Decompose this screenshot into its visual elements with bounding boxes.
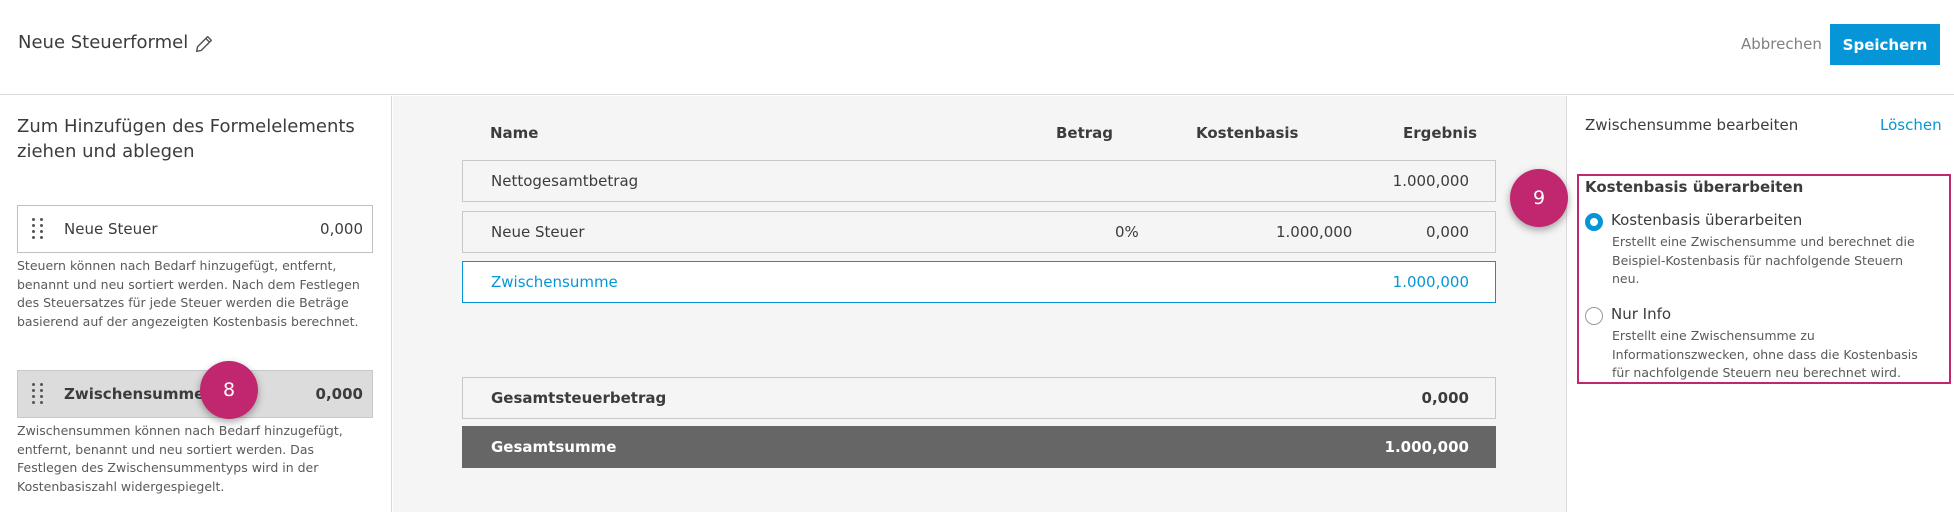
drag-item-new-tax[interactable]: Neue Steuer 0,000 bbox=[17, 205, 373, 253]
table-row[interactable]: Neue Steuer 0% 1.000,000 0,000 bbox=[462, 211, 1496, 253]
drag-item-label: Neue Steuer bbox=[64, 220, 158, 238]
delete-link[interactable]: Löschen bbox=[1880, 116, 1942, 134]
drag-item-value: 0,000 bbox=[320, 220, 363, 238]
callout-marker-9: 9 bbox=[1510, 169, 1568, 227]
row-cost-basis: 1.000,000 bbox=[1276, 223, 1353, 241]
grand-total-row: Gesamtsumme 1.000,000 bbox=[462, 426, 1496, 468]
panel-title: Zwischensumme bearbeiten bbox=[1585, 116, 1799, 134]
column-header-cost-basis: Kostenbasis bbox=[1196, 124, 1299, 142]
drag-item-subtotal[interactable]: Zwischensumme 0,000 bbox=[17, 370, 373, 418]
elements-heading: Zum Hinzufügen des Formelelements ziehen… bbox=[17, 116, 355, 162]
section-title: Kostenbasis überarbeiten bbox=[1585, 178, 1804, 196]
row-result: 1.000,000 bbox=[1392, 273, 1469, 291]
radio-revise-cost-basis[interactable] bbox=[1585, 213, 1603, 231]
new-tax-help: Steuern können nach Bedarf hinzugefügt, … bbox=[17, 258, 360, 329]
row-result: 1.000,000 bbox=[1384, 438, 1469, 456]
row-name: Gesamtsteuerbetrag bbox=[491, 389, 667, 407]
row-amount: 0% bbox=[1115, 223, 1139, 241]
radio-label[interactable]: Kostenbasis überarbeiten bbox=[1611, 211, 1802, 229]
elements-panel: Zum Hinzufügen des Formelelements ziehen… bbox=[0, 96, 392, 512]
drag-item-value: 0,000 bbox=[315, 385, 363, 403]
row-result: 0,000 bbox=[1421, 389, 1469, 407]
cancel-button[interactable]: Abbrechen bbox=[1741, 35, 1822, 53]
save-button[interactable]: Speichern bbox=[1830, 24, 1940, 65]
total-tax-row: Gesamtsteuerbetrag 0,000 bbox=[462, 377, 1496, 419]
table-row[interactable]: Nettogesamtbetrag 1.000,000 bbox=[462, 160, 1496, 202]
edit-subtotal-panel: Zwischensumme bearbeiten Löschen Kostenb… bbox=[1566, 96, 1954, 512]
formula-table: Name Betrag Kostenbasis Ergebnis Nettoge… bbox=[393, 96, 1566, 512]
table-row-selected[interactable]: Zwischensumme 1.000,000 bbox=[462, 261, 1496, 303]
radio-info-only[interactable] bbox=[1585, 307, 1603, 325]
drag-handle-icon[interactable] bbox=[32, 383, 44, 404]
row-name: Nettogesamtbetrag bbox=[491, 172, 639, 190]
column-header-name: Name bbox=[490, 124, 539, 142]
column-header-amount: Betrag bbox=[1056, 124, 1114, 142]
row-result: 0,000 bbox=[1426, 223, 1469, 241]
callout-marker-8: 8 bbox=[200, 361, 258, 419]
header-bar: Neue Steuerformel Abbrechen Speichern bbox=[0, 0, 1954, 95]
pencil-icon[interactable] bbox=[193, 33, 215, 55]
radio-description: Erstellt eine Zwischensumme und berechne… bbox=[1612, 234, 1915, 286]
drag-item-label: Zwischensumme bbox=[64, 385, 205, 403]
column-header-result: Ergebnis bbox=[1403, 124, 1478, 142]
row-name: Neue Steuer bbox=[491, 223, 585, 241]
drag-handle-icon[interactable] bbox=[32, 218, 44, 239]
row-name: Gesamtsumme bbox=[491, 438, 617, 456]
radio-label[interactable]: Nur Info bbox=[1611, 305, 1671, 323]
subtotal-help: Zwischensummen können nach Bedarf hinzug… bbox=[17, 423, 343, 494]
page-title: Neue Steuerformel bbox=[18, 32, 189, 53]
row-name: Zwischensumme bbox=[491, 273, 618, 291]
radio-description: Erstellt eine Zwischensumme zu Informati… bbox=[1612, 328, 1918, 380]
row-result: 1.000,000 bbox=[1392, 172, 1469, 190]
